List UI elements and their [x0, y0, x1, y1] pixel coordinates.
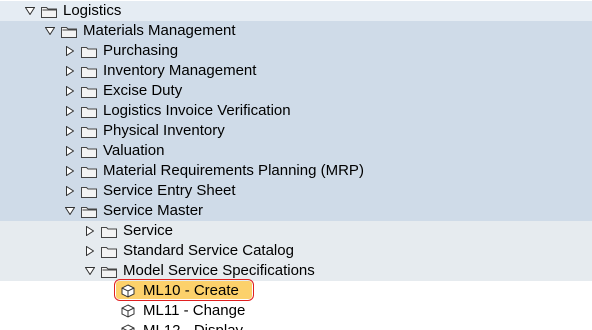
tree-node-mrp[interactable]: Material Requirements Planning (MRP): [0, 161, 592, 181]
tree-node-label: Model Service Specifications: [123, 262, 315, 279]
tree-node-label: Logistics: [63, 2, 122, 19]
tree-leaf-ml12-display[interactable]: ML12 - Display: [0, 321, 592, 330]
tree-node-label: Service Master: [103, 202, 204, 219]
tree-node-logistics-invoice-verification[interactable]: Logistics Invoice Verification: [0, 101, 592, 121]
tree-node-model-service-specifications[interactable]: Model Service Specifications: [0, 261, 592, 281]
triangle-right-icon[interactable]: [84, 224, 96, 238]
triangle-down-icon[interactable]: [44, 24, 56, 38]
triangle-right-icon[interactable]: [64, 64, 76, 78]
folder-icon: [81, 84, 97, 98]
triangle-right-icon[interactable]: [64, 124, 76, 138]
triangle-right-icon[interactable]: [64, 184, 76, 198]
sap-easy-access-menu-tree: Logistics Materials Management Purchasin…: [0, 0, 592, 330]
tree-node-service-master[interactable]: Service Master: [0, 201, 592, 221]
tree-node-label: Materials Management: [83, 22, 236, 39]
folder-icon: [81, 164, 97, 178]
tree-node-service-entry-sheet[interactable]: Service Entry Sheet: [0, 181, 592, 201]
triangle-down-icon[interactable]: [24, 4, 36, 18]
tree-node-label: Excise Duty: [103, 82, 183, 99]
tree-node-valuation[interactable]: Valuation: [0, 141, 592, 161]
tree-node-materials-management[interactable]: Materials Management: [0, 21, 592, 41]
tree-leaf-label: ML12 - Display: [141, 322, 245, 330]
folder-icon: [81, 144, 97, 158]
tree-leaf-label: ML11 - Change: [143, 302, 246, 319]
tree-node-label: Valuation: [103, 142, 165, 159]
folder-icon: [101, 224, 117, 238]
triangle-right-icon[interactable]: [64, 84, 76, 98]
tree-node-label: Logistics Invoice Verification: [103, 102, 291, 119]
folder-icon: [101, 244, 117, 258]
tree-leaf-label: ML10 - Create: [143, 282, 239, 299]
tree-node-standard-service-catalog[interactable]: Standard Service Catalog: [0, 241, 592, 261]
triangle-down-icon[interactable]: [84, 264, 96, 278]
tree-leaf-ml11-change[interactable]: ML11 - Change: [0, 301, 592, 321]
tree-node-excise-duty[interactable]: Excise Duty: [0, 81, 592, 101]
tree-node-service[interactable]: Service: [0, 221, 592, 241]
folder-icon: [81, 64, 97, 78]
folder-icon: [81, 124, 97, 138]
folder-icon: [41, 4, 57, 18]
triangle-right-icon[interactable]: [64, 144, 76, 158]
tree-leaf-ml10-create[interactable]: ML10 - Create: [0, 281, 592, 301]
triangle-right-icon[interactable]: [84, 244, 96, 258]
triangle-right-icon[interactable]: [64, 104, 76, 118]
folder-icon: [81, 44, 97, 58]
folder-icon: [81, 104, 97, 118]
tree-node-purchasing[interactable]: Purchasing: [0, 41, 592, 61]
tree-node-label: Physical Inventory: [103, 122, 225, 139]
tree-node-logistics[interactable]: Logistics: [0, 1, 592, 21]
triangle-right-icon[interactable]: [64, 44, 76, 58]
cube-icon: [121, 284, 137, 298]
tree-node-inventory-management[interactable]: Inventory Management: [0, 61, 592, 81]
tree-node-label: Standard Service Catalog: [123, 242, 294, 259]
tree-node-label: Purchasing: [103, 42, 179, 59]
tree-node-label: Service Entry Sheet: [103, 182, 236, 199]
triangle-right-icon[interactable]: [64, 164, 76, 178]
folder-icon: [61, 24, 77, 38]
tree-node-label: Service: [123, 222, 174, 239]
tree-node-label: Inventory Management: [103, 62, 257, 79]
tree-node-label: Material Requirements Planning (MRP): [103, 162, 364, 179]
folder-icon: [81, 204, 97, 218]
triangle-down-icon[interactable]: [64, 204, 76, 218]
cube-icon: [121, 324, 137, 330]
folder-icon: [101, 264, 117, 278]
folder-icon: [81, 184, 97, 198]
tree-node-physical-inventory[interactable]: Physical Inventory: [0, 121, 592, 141]
cube-icon: [121, 304, 137, 318]
